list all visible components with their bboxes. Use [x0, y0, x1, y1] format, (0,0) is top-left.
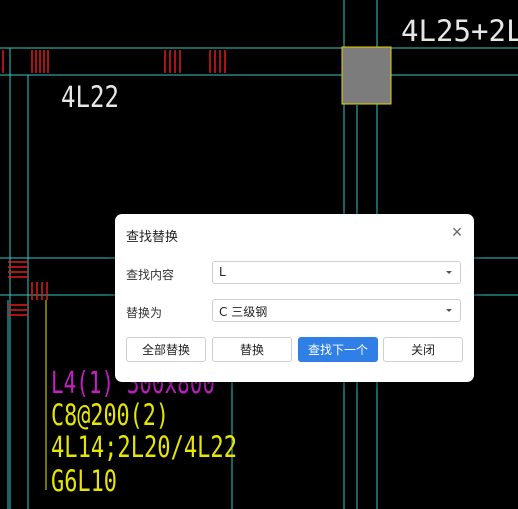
- dialog-title: 查找替换: [126, 230, 179, 245]
- close-button[interactable]: 关闭: [383, 337, 463, 362]
- find-next-button[interactable]: 查找下一个: [298, 337, 378, 362]
- find-input[interactable]: L: [212, 261, 461, 284]
- replace-input[interactable]: C 三级钢: [212, 299, 461, 322]
- replace-all-button[interactable]: 全部替换: [126, 337, 206, 362]
- chevron-down-icon[interactable]: [446, 271, 452, 274]
- find-value: L: [219, 265, 226, 279]
- side-rebar-label: G6L10: [51, 464, 117, 498]
- top-right-rebar-label: 4L25+2L2: [401, 14, 518, 48]
- replace-value: C 三级钢: [219, 305, 268, 319]
- replace-label: 替换为: [126, 306, 163, 320]
- long-rebar-label: 4L14;2L20/4L22: [51, 430, 237, 464]
- beam-label: 4L22: [61, 80, 119, 114]
- selected-column[interactable]: [341, 46, 392, 105]
- replace-button[interactable]: 替换: [212, 337, 292, 362]
- close-icon[interactable]: ×: [448, 223, 466, 241]
- chevron-down-icon[interactable]: [446, 309, 452, 312]
- find-replace-dialog: 查找替换 × 查找内容 L 替换为 C 三级钢 全部替换 替换 查找下一个 关闭: [115, 214, 474, 382]
- stirrup-label: C8@200(2): [51, 398, 169, 432]
- find-label: 查找内容: [126, 268, 175, 282]
